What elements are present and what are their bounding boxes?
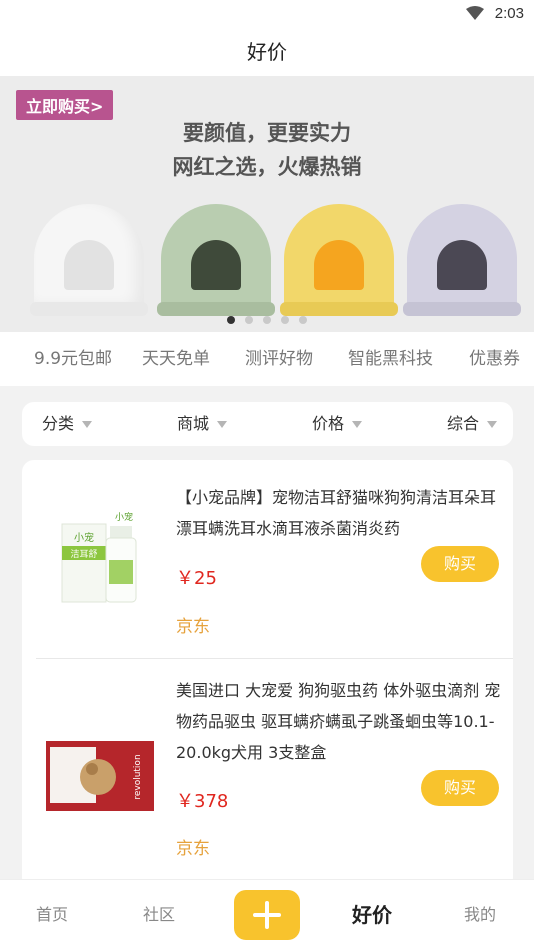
tab-community[interactable]: 社区 xyxy=(143,880,175,949)
category-bar: 9.9元包邮 天天免单 测评好物 智能黑科技 优惠券 xyxy=(0,332,534,386)
product-brand-text: 小宠 xyxy=(74,531,94,544)
filter-bar: 分类 商城 价格 综合 xyxy=(22,402,513,446)
category-daily-free[interactable]: 天天免单 xyxy=(142,332,210,386)
status-time: 2:03 xyxy=(494,5,524,22)
bottom-tab-bar: 首页 社区 好价 我的 xyxy=(0,879,534,949)
product-item[interactable]: 小宠 洁耳舒 小宠 【小宠品牌】宠物洁耳舒猫咪狗狗清洁耳朵耳漂耳螨洗耳水滴耳液杀… xyxy=(22,460,513,658)
tab-me[interactable]: 我的 xyxy=(464,880,496,949)
category-free-shipping[interactable]: 9.9元包邮 xyxy=(34,332,112,386)
filter-price[interactable]: 价格 xyxy=(312,402,363,446)
add-post-button[interactable] xyxy=(234,890,300,940)
product-price: ￥25 xyxy=(176,568,217,589)
product-price: ￥378 xyxy=(176,791,229,812)
product-item[interactable]: revolution 美国进口 大宠爱 狗狗驱虫药 体外驱虫滴剂 宠物药品驱虫 … xyxy=(22,659,513,890)
revolution-product-image: revolution xyxy=(46,741,154,811)
filter-category-label: 分类 xyxy=(42,414,75,433)
banner-headline-line2: 网红之选，火爆热销 xyxy=(172,155,362,179)
product-name-text: 洁耳舒 xyxy=(70,548,97,560)
caret-down-icon xyxy=(82,421,93,428)
page-title: 好价 xyxy=(247,40,287,64)
category-smart-tech[interactable]: 智能黑科技 xyxy=(348,332,433,386)
filter-mall-label: 商城 xyxy=(177,414,210,433)
status-bar: 2:03 xyxy=(0,0,534,28)
product-title[interactable]: 美国进口 大宠爱 狗狗驱虫药 体外驱虫滴剂 宠物药品驱虫 驱耳螨疥螨虱子跳蚤蛔虫… xyxy=(176,675,501,768)
category-coupons[interactable]: 优惠券 xyxy=(469,332,520,386)
carousel-dot xyxy=(263,316,271,324)
product-source: 京东 xyxy=(176,617,210,637)
carousel-dot xyxy=(299,316,307,324)
carousel-dot-active xyxy=(227,316,235,324)
tab-home[interactable]: 首页 xyxy=(36,880,68,949)
promo-banner[interactable]: 立即购买> 要颜值，更要实力 网红之选，火爆热销 xyxy=(0,76,534,332)
wifi-icon xyxy=(466,6,484,20)
revolution-brand-text: revolution xyxy=(133,754,143,799)
carousel-dot xyxy=(245,316,253,324)
filter-category[interactable]: 分类 xyxy=(42,402,93,446)
buy-button[interactable]: 购买 xyxy=(421,770,499,806)
filter-price-label: 价格 xyxy=(312,414,345,433)
litter-box-image xyxy=(30,204,521,316)
carousel-indicator xyxy=(0,316,534,324)
svg-text:小宠: 小宠 xyxy=(115,511,133,523)
category-reviews[interactable]: 测评好物 xyxy=(245,332,313,386)
caret-down-icon xyxy=(352,421,363,428)
product-list: 小宠 洁耳舒 小宠 【小宠品牌】宠物洁耳舒猫咪狗狗清洁耳朵耳漂耳螨洗耳水滴耳液杀… xyxy=(22,460,513,890)
caret-down-icon xyxy=(217,421,228,428)
product-source: 京东 xyxy=(176,839,210,859)
caret-down-icon xyxy=(487,421,498,428)
white-litter-box xyxy=(30,204,148,316)
tab-deals[interactable]: 好价 xyxy=(352,880,392,949)
filter-sort[interactable]: 综合 xyxy=(447,402,498,446)
buy-button[interactable]: 购买 xyxy=(421,546,499,582)
filter-sort-label: 综合 xyxy=(447,414,480,433)
yellow-litter-box xyxy=(280,204,398,316)
filter-mall[interactable]: 商城 xyxy=(177,402,228,446)
header: 好价 xyxy=(0,28,534,76)
product-title[interactable]: 【小宠品牌】宠物洁耳舒猫咪狗狗清洁耳朵耳漂耳螨洗耳水滴耳液杀菌消炎药 xyxy=(176,482,501,544)
lavender-litter-box xyxy=(403,204,521,316)
green-litter-box xyxy=(157,204,275,316)
carousel-dot xyxy=(281,316,289,324)
banner-headline: 要颜值，更要实力 网红之选，火爆热销 xyxy=(0,116,534,184)
ear-cleaner-product-image: 小宠 洁耳舒 小宠 xyxy=(61,511,137,603)
banner-headline-line1: 要颜值，更要实力 xyxy=(183,121,351,145)
